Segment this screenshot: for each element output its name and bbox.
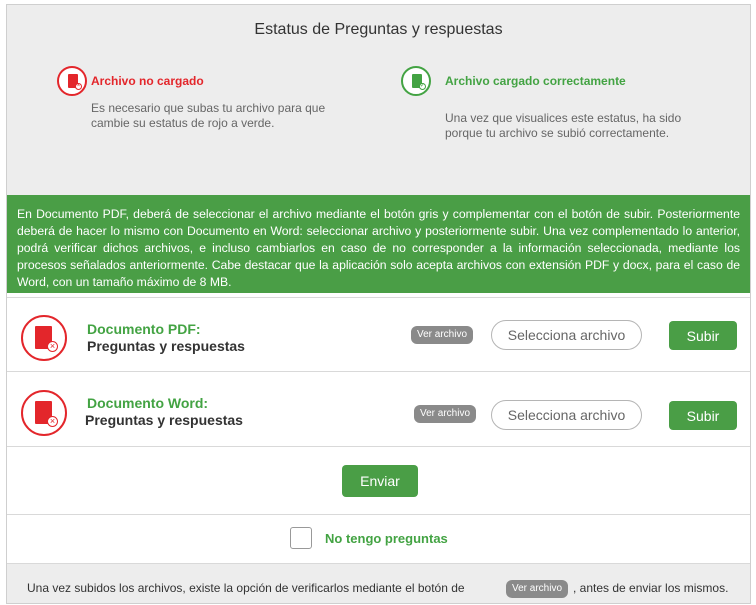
upload-button[interactable]: Subir [669,321,737,350]
status-loaded-title: Archivo cargado correctamente [445,74,626,88]
status-not-loaded-desc-line1: Es necesario que subas tu archivo para q… [91,101,326,115]
status-not-loaded-title: Archivo no cargado [91,74,204,88]
status-loaded-desc-line1: Una vez que visualices este estatus, ha … [445,111,682,125]
instructions-banner: En Documento PDF, deberá de seleccionar … [7,195,750,293]
document-title: Documento Word: [87,395,209,411]
footer-text: Una vez subidos los archivos, existe la … [27,581,465,595]
footer-note: Una vez subidos los archivos, existe la … [7,564,750,603]
view-file-button[interactable]: Ver archivo [411,326,474,344]
document-subtitle: Preguntas y respuestas [87,338,245,354]
no-questions-row: No tengo preguntas [7,515,750,564]
select-file-input[interactable]: Selecciona archivo [491,400,642,430]
status-loaded-desc-line2: porque tu archivo se subió correctamente… [445,126,670,140]
no-questions-label[interactable]: No tengo preguntas [325,531,448,546]
submit-row: Enviar [7,447,750,515]
status-section: Estatus de Preguntas y respuestas × Arch… [7,5,750,195]
view-file-button[interactable]: Ver archivo [506,580,569,598]
no-questions-checkbox[interactable] [290,527,312,549]
status-title: Estatus de Preguntas y respuestas [254,21,503,38]
document-check-icon: ✓ [401,66,431,96]
upload-button[interactable]: Subir [669,401,737,430]
document-subtitle: Preguntas y respuestas [85,412,243,428]
upload-panel: Estatus de Preguntas y respuestas × Arch… [6,4,751,604]
submit-button[interactable]: Enviar [342,465,418,497]
document-error-icon: × [21,390,67,436]
select-file-input[interactable]: Selecciona archivo [491,320,642,350]
view-file-button[interactable]: Ver archivo [414,405,477,423]
status-not-loaded-desc-line2: cambie su estatus de rojo a verde. [91,116,275,130]
document-title: Documento PDF: [87,321,201,337]
footer-text-end: , antes de enviar los mismos. [573,581,729,595]
document-error-icon: × [21,315,67,361]
document-row-word: × Documento Word: Preguntas y respuestas… [7,372,750,447]
document-row-pdf: × Documento PDF: Preguntas y respuestas … [7,297,750,372]
document-error-icon: × [57,66,87,96]
